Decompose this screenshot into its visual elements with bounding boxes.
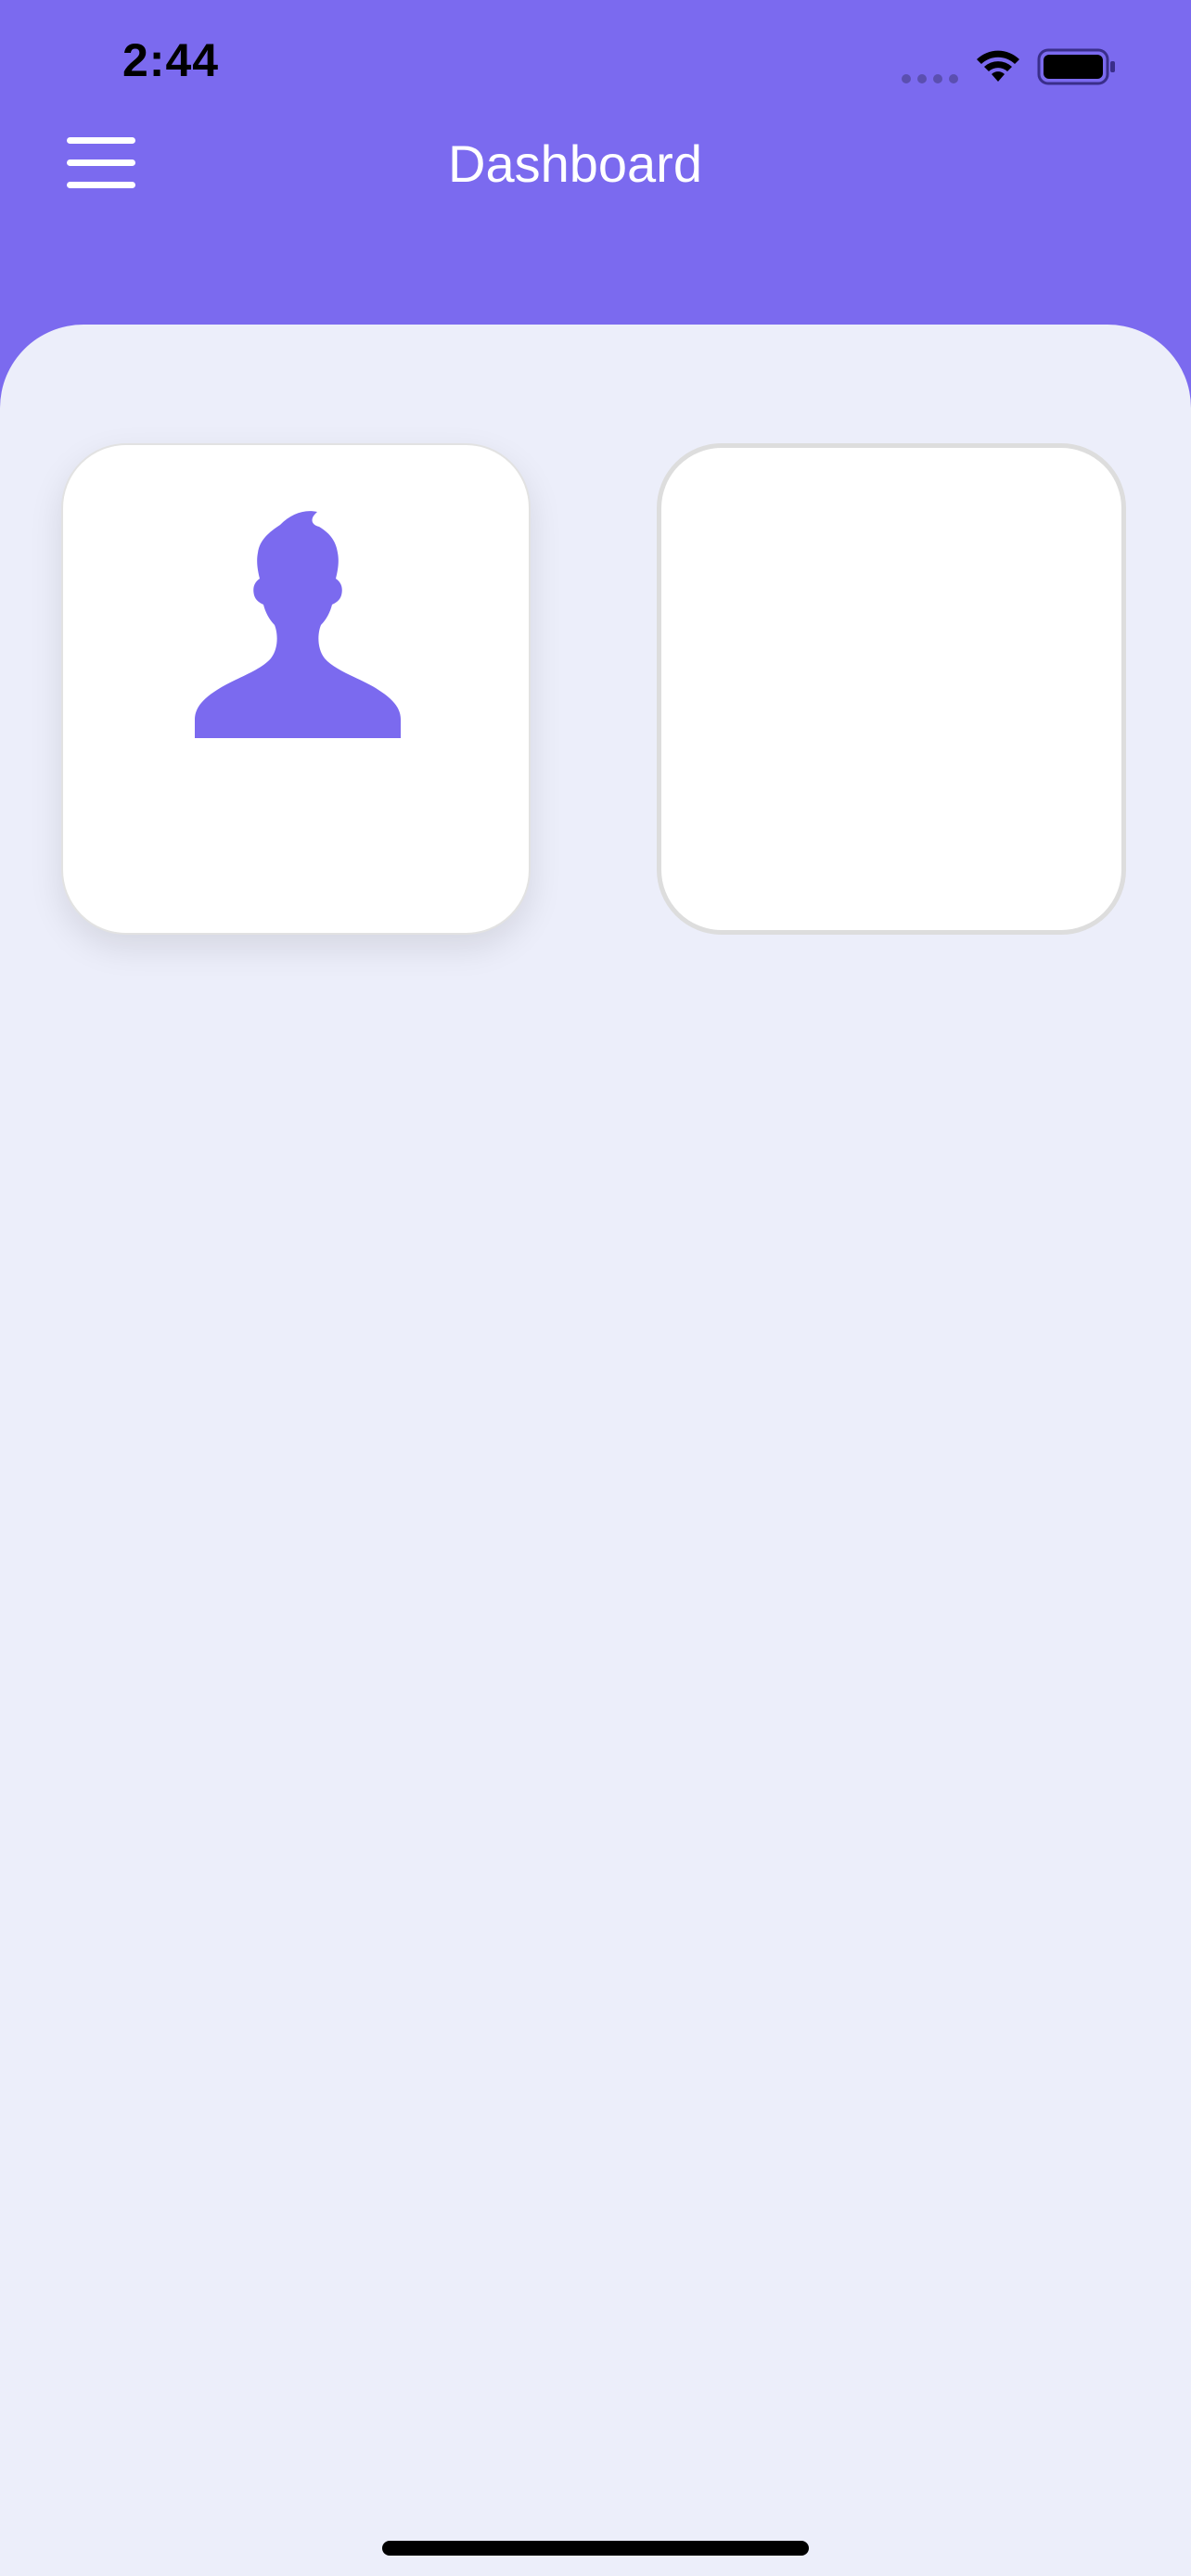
- signal-dots-icon: [902, 74, 958, 83]
- profile-card[interactable]: [61, 443, 531, 935]
- status-bar: 2:44: [0, 0, 1191, 130]
- page-title: Dashboard: [448, 134, 702, 193]
- battery-icon: [1037, 48, 1115, 85]
- dashboard-content: [0, 325, 1191, 2576]
- user-profile-icon: [195, 511, 401, 738]
- app-header: Dashboard: [0, 130, 1191, 325]
- status-time: 2:44: [122, 34, 220, 86]
- empty-card[interactable]: [657, 443, 1126, 935]
- home-indicator[interactable]: [382, 2541, 809, 2556]
- wifi-icon: [977, 50, 1019, 82]
